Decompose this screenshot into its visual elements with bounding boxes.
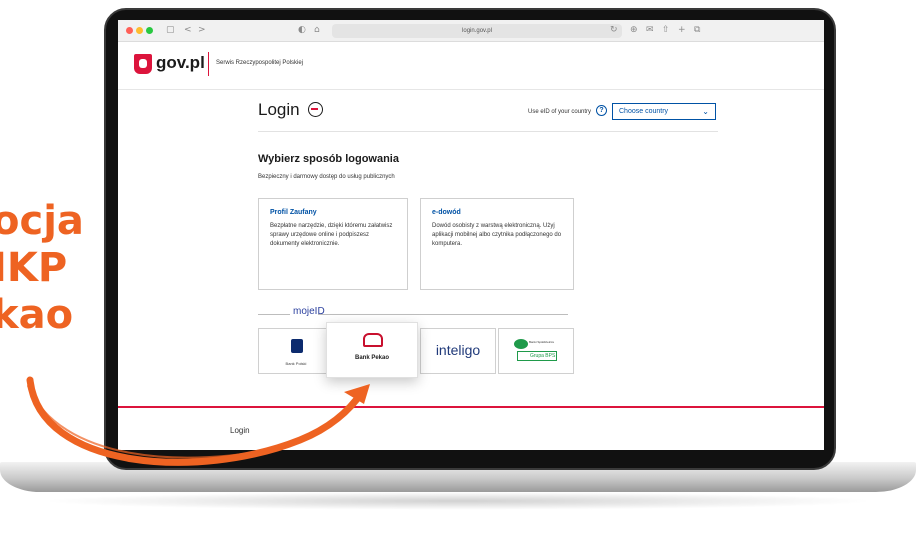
login-icon: [308, 102, 323, 117]
home-icon[interactable]: ⌂: [314, 24, 320, 36]
section-heading: Wybierz sposób logowania: [258, 153, 399, 165]
gov-logo[interactable]: gov.pl: [156, 53, 205, 73]
country-select-value: Choose country: [619, 108, 669, 115]
footer-login-link[interactable]: Login: [230, 426, 250, 435]
download-icon[interactable]: ⊕: [630, 24, 638, 36]
footer-divider: [118, 406, 824, 408]
e-dowod-card[interactable]: e-dowód Dowód osobisty z warstwą elektro…: [420, 198, 574, 290]
card-description: Bezpłatne narzędzie, dzięki któremu zała…: [270, 223, 393, 247]
card-title: e-dowód: [432, 209, 461, 216]
section-subheading: Bezpieczny i darmowy dostęp do usług pub…: [258, 174, 395, 180]
bps-group-label: Grupa BPS: [517, 351, 557, 361]
page-title: Login: [258, 100, 300, 119]
minimize-window-icon[interactable]: [136, 27, 143, 34]
help-icon[interactable]: ?: [596, 105, 607, 116]
stage: ocja IKP kao ▢ < > ◐ ⌂ login.gov.pl ↻ ⊕ …: [0, 0, 916, 540]
bank-inteligo-button[interactable]: inteligo: [420, 328, 496, 374]
laptop-shadow: [40, 492, 876, 510]
promo-line-2: IKP: [0, 245, 68, 291]
reload-icon[interactable]: ↻: [610, 24, 618, 36]
bank-name: Bank Polski: [285, 361, 307, 366]
address-bar[interactable]: login.gov.pl: [332, 24, 622, 38]
bank-name: Bank Pekao: [354, 355, 390, 361]
card-description: Dowód osobisty z warstwą elektroniczną. …: [432, 223, 562, 247]
tabs-overview-icon[interactable]: ⧉: [694, 24, 700, 36]
browser-toolbar: ▢ < > ◐ ⌂ login.gov.pl ↻ ⊕ ✉ ⇧ + ⧉: [118, 20, 824, 42]
mail-icon[interactable]: ✉: [646, 24, 654, 36]
bank-pekao-button[interactable]: Bank Pekao: [326, 322, 418, 378]
site-header: gov.pl Serwis Rzeczypospolitej Polskiej: [118, 42, 824, 90]
screen-bezel-bottom: [118, 450, 824, 462]
chevron-down-icon: ⌄: [702, 107, 709, 116]
close-window-icon[interactable]: [126, 27, 133, 34]
laptop-screen: ▢ < > ◐ ⌂ login.gov.pl ↻ ⊕ ✉ ⇧ + ⧉ gov.p…: [118, 20, 824, 462]
mojeid-divider-left: [258, 314, 290, 315]
bank-pko-bp-button[interactable]: Bank Polski: [258, 328, 334, 374]
promo-text: ocja IKP kao: [0, 198, 84, 339]
sidebar-icon[interactable]: ▢: [166, 24, 175, 36]
promo-line-1: ocja: [0, 198, 84, 244]
divider: [258, 131, 718, 132]
mojeid-label: mojeID: [293, 306, 325, 317]
card-title: Profil Zaufany: [270, 209, 317, 216]
profil-zaufany-card[interactable]: Profil Zaufany Bezpłatne narzędzie, dzię…: [258, 198, 408, 290]
promo-line-3: kao: [0, 292, 74, 338]
country-select[interactable]: Choose country ⌄: [612, 103, 716, 120]
service-name: Serwis Rzeczypospolitej Polskiej: [216, 60, 304, 66]
share-icon[interactable]: ⇧: [662, 24, 670, 36]
polish-emblem-icon: [134, 54, 152, 74]
inteligo-logo: inteligo: [435, 342, 481, 358]
bank-name: Banki Spółdzielcze: [529, 340, 555, 344]
back-icon[interactable]: <: [184, 24, 192, 36]
header-divider: [208, 52, 209, 76]
forward-icon[interactable]: >: [198, 24, 206, 36]
eid-label: Use eID of your country: [528, 109, 592, 115]
new-tab-icon[interactable]: +: [678, 24, 686, 36]
url-text: login.gov.pl: [462, 28, 492, 34]
mojeid-divider-right: [318, 314, 568, 315]
bps-logo-icon: [514, 339, 528, 349]
pko-bp-logo-icon: [291, 339, 303, 353]
pekao-bison-logo-icon: [363, 333, 383, 347]
shield-icon[interactable]: ◐: [298, 24, 306, 36]
maximize-window-icon[interactable]: [146, 27, 153, 34]
bank-bps-button[interactable]: Banki Spółdzielcze Grupa BPS: [498, 328, 574, 374]
